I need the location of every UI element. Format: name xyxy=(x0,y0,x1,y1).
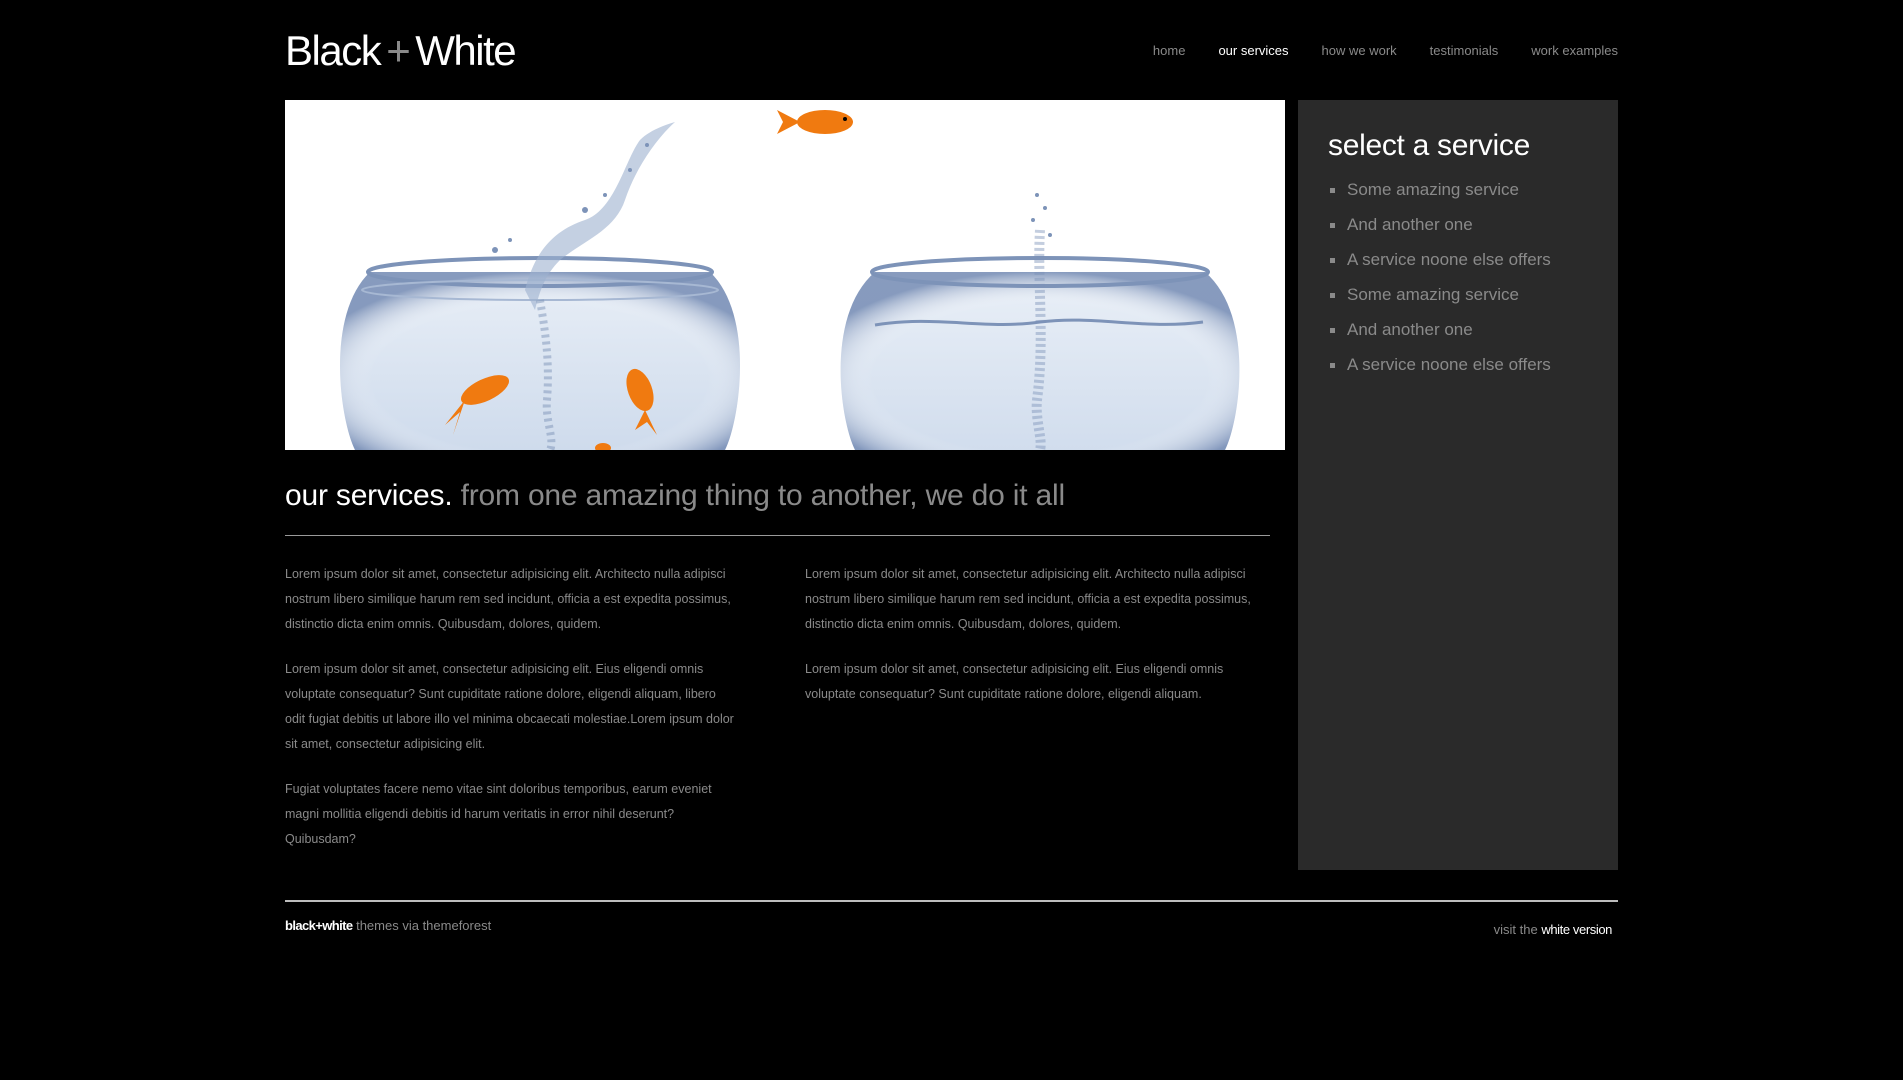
service-sidebar: select a service Some amazing service An… xyxy=(1298,100,1618,870)
paragraph: Lorem ipsum dolor sit amet, consectetur … xyxy=(285,567,731,631)
nav-how-we-work[interactable]: how we work xyxy=(1322,42,1397,60)
headline-strong: our services. xyxy=(285,479,453,512)
service-item[interactable]: And another one xyxy=(1328,312,1551,347)
paragraph: Lorem ipsum dolor sit amet, consectetur … xyxy=(285,662,734,751)
logo-plus: + xyxy=(386,27,411,74)
content-column-right: Lorem ipsum dolor sit amet, consectetur … xyxy=(805,562,1265,727)
footer-visit-prefix: visit the xyxy=(1493,922,1538,937)
nav-home[interactable]: home xyxy=(1153,42,1186,60)
footer-divider xyxy=(285,900,1618,902)
footer-brand[interactable]: black+white xyxy=(285,918,353,933)
logo-black: Black xyxy=(285,27,382,74)
nav-our-services[interactable]: our services xyxy=(1218,42,1288,60)
content-column-left: Lorem ipsum dolor sit amet, consectetur … xyxy=(285,562,735,872)
main-nav: home our services how we work testimonia… xyxy=(1120,42,1618,60)
nav-testimonials[interactable]: testimonials xyxy=(1430,42,1499,60)
site-logo[interactable]: Black + White xyxy=(285,26,517,76)
white-version-link[interactable]: white version xyxy=(1541,922,1612,937)
service-item[interactable]: Some amazing service xyxy=(1328,172,1551,207)
service-list: Some amazing service And another one A s… xyxy=(1328,172,1551,382)
goldfish-bowls-image xyxy=(285,100,1285,450)
paragraph: Lorem ipsum dolor sit amet, consectetur … xyxy=(805,567,1251,631)
headline-divider xyxy=(285,535,1270,536)
footer-credit: black+white themes via themeforest xyxy=(285,918,491,933)
page-headline: our services. from one amazing thing to … xyxy=(285,476,1065,516)
service-item[interactable]: A service noone else offers xyxy=(1328,242,1551,277)
headline-soft: from one amazing thing to another, we do… xyxy=(460,479,1065,512)
paragraph: Lorem ipsum dolor sit amet, consectetur … xyxy=(805,662,1224,701)
page: Black + White home our services how we wor… xyxy=(285,0,1618,1080)
logo-white: White xyxy=(415,27,516,74)
footer-visit: visit the white version xyxy=(1493,922,1613,937)
nav-work-examples[interactable]: work examples xyxy=(1531,42,1618,60)
service-item[interactable]: And another one xyxy=(1328,207,1551,242)
paragraph: Fugiat voluptates facere nemo vitae sint… xyxy=(285,782,712,846)
hero-image xyxy=(285,100,1285,450)
sidebar-title: select a service xyxy=(1328,129,1530,162)
service-item[interactable]: A service noone else offers xyxy=(1328,347,1551,382)
service-item[interactable]: Some amazing service xyxy=(1328,277,1551,312)
footer-brand-suffix: themes via themeforest xyxy=(356,918,492,933)
